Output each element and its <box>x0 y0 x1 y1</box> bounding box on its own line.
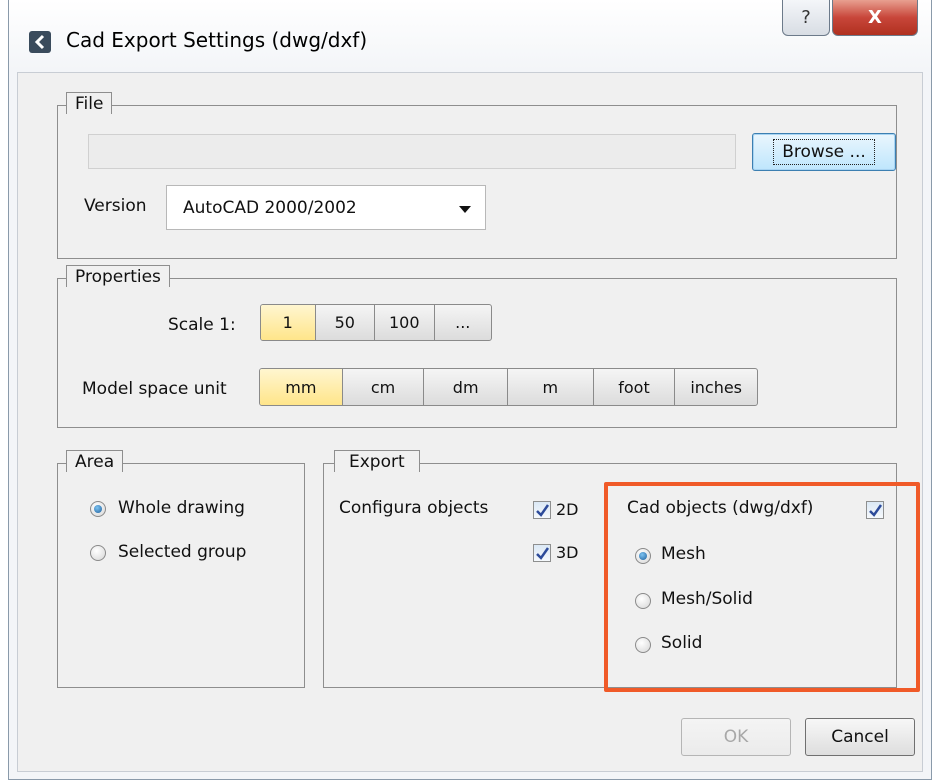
dialog-body: File Browse ... Version AutoCAD 2000/200… <box>17 72 923 772</box>
properties-legend: Properties <box>66 265 170 287</box>
area-selected-group-radio[interactable] <box>90 545 106 561</box>
version-value: AutoCAD 2000/2002 <box>183 197 357 218</box>
cancel-button-label: Cancel <box>831 727 889 747</box>
check-3d-label[interactable]: 3D <box>556 543 579 562</box>
version-label: Version <box>84 196 147 216</box>
browse-button-label: Browse ... <box>773 139 875 165</box>
unit-option-mm[interactable]: mm <box>260 369 342 405</box>
properties-group: Properties Scale 1: 1 50 100 ... Model s… <box>57 265 897 428</box>
scale-segmented-control[interactable]: 1 50 100 ... <box>260 304 492 341</box>
help-icon: ? <box>801 7 811 28</box>
area-whole-drawing-label[interactable]: Whole drawing <box>118 498 245 518</box>
unit-option-cm[interactable]: cm <box>341 369 424 405</box>
app-back-icon <box>29 31 51 53</box>
scale-option-100[interactable]: 100 <box>374 305 433 340</box>
checkmark-icon <box>536 547 550 560</box>
export-legend: Export <box>334 450 420 472</box>
export-group: Export Configura objects 2D 3D Cad objec… <box>323 450 920 692</box>
file-group: File Browse ... Version AutoCAD 2000/200… <box>57 92 897 259</box>
area-selected-group-label[interactable]: Selected group <box>118 542 246 562</box>
checkmark-icon <box>536 504 550 517</box>
unit-option-dm[interactable]: dm <box>423 369 507 405</box>
check-2d-checkbox[interactable] <box>533 501 551 519</box>
check-3d-checkbox[interactable] <box>533 544 551 562</box>
scale-option-1[interactable]: 1 <box>261 305 315 340</box>
help-button[interactable]: ? <box>782 0 830 36</box>
area-legend: Area <box>66 450 124 472</box>
scale-label: Scale 1: <box>168 315 236 335</box>
file-legend: File <box>66 92 113 114</box>
dialog-title: Cad Export Settings (dwg/dxf) <box>66 28 368 52</box>
chevron-down-icon <box>459 206 471 213</box>
close-icon: X <box>868 7 882 28</box>
unit-option-inches[interactable]: inches <box>674 369 757 405</box>
scale-option-custom[interactable]: ... <box>433 305 492 340</box>
scale-option-50[interactable]: 50 <box>314 305 374 340</box>
area-group: Area Whole drawing Selected group <box>57 450 305 688</box>
unit-option-foot[interactable]: foot <box>592 369 675 405</box>
title-bar: Cad Export Settings (dwg/dxf) ? X <box>9 0 931 72</box>
unit-option-m[interactable]: m <box>507 369 593 405</box>
check-2d-label[interactable]: 2D <box>556 500 579 519</box>
area-whole-drawing-radio[interactable] <box>90 501 106 517</box>
browse-button[interactable]: Browse ... <box>752 133 896 171</box>
version-select[interactable]: AutoCAD 2000/2002 <box>166 185 486 230</box>
dialog-window: Cad Export Settings (dwg/dxf) ? X File B… <box>8 0 932 780</box>
model-space-unit-label: Model space unit <box>82 379 227 399</box>
cad-objects-highlight-box <box>604 482 920 692</box>
file-path-input[interactable] <box>88 134 736 169</box>
ok-button-label: OK <box>723 727 749 747</box>
unit-segmented-control[interactable]: mm cm dm m foot inches <box>259 368 758 406</box>
close-button[interactable]: X <box>832 0 918 36</box>
ok-button[interactable]: OK <box>681 718 791 756</box>
configura-objects-label: Configura objects <box>339 498 489 518</box>
cancel-button[interactable]: Cancel <box>805 718 915 756</box>
